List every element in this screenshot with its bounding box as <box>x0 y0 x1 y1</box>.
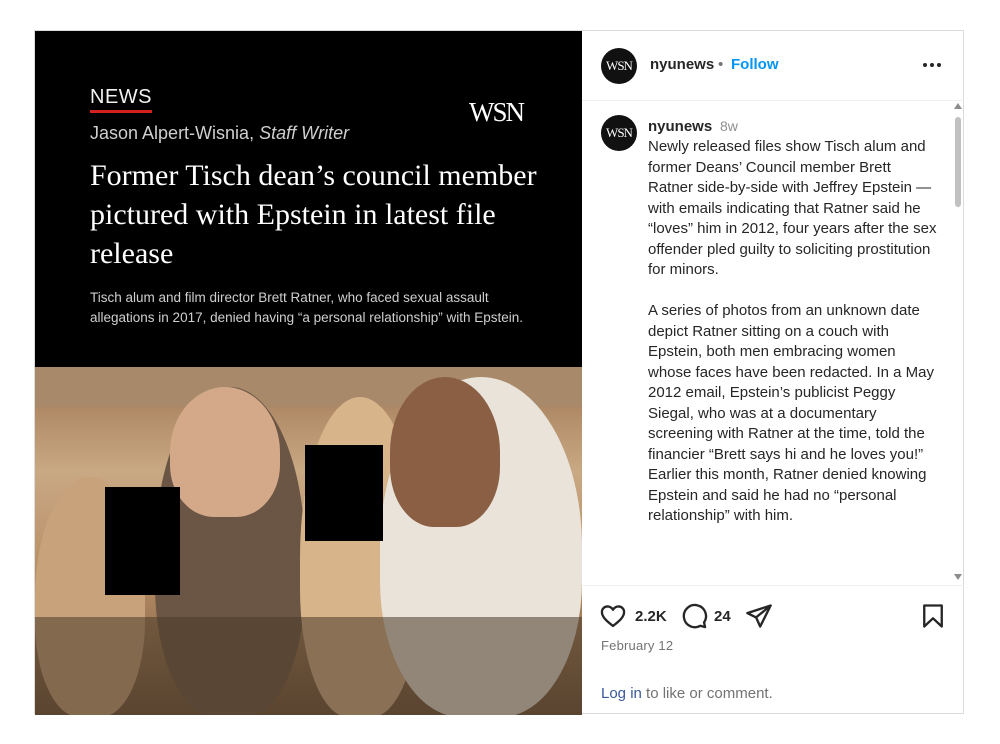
section-label: NEWS <box>90 86 152 108</box>
header-separator: • <box>718 56 724 73</box>
login-link[interactable]: Log in <box>601 685 642 702</box>
post-side-panel: WSN nyunews • Follow WSN nyunews 8w Newl… <box>582 31 964 715</box>
like-count[interactable]: 2.2K <box>635 608 667 625</box>
share-icon[interactable] <box>745 602 773 630</box>
byline-role: Staff Writer <box>259 123 350 143</box>
scrollbar-thumb[interactable] <box>955 117 961 207</box>
redaction-box-left <box>105 487 180 595</box>
caption-text: Newly released files show Tisch alum and… <box>648 137 938 527</box>
person-fourth-head <box>390 377 500 527</box>
scroll-down-arrow[interactable] <box>954 574 962 580</box>
news-graphic-header: NEWS Jason Alpert-Wisnia, Staff Writer W… <box>35 31 582 367</box>
action-bar: 2.2K 24 February 12 Log in to like or co… <box>582 585 964 715</box>
instagram-post: NEWS Jason Alpert-Wisnia, Staff Writer W… <box>34 30 964 715</box>
byline: Jason Alpert-Wisnia, Staff Writer <box>90 123 349 144</box>
dek: Tisch alum and film director Brett Ratne… <box>90 290 524 325</box>
caption-paragraph-1: Newly released files show Tisch alum and… <box>648 138 937 278</box>
comment-icon[interactable] <box>680 602 708 630</box>
caption-timestamp[interactable]: 8w <box>720 118 738 134</box>
scroll-up-arrow[interactable] <box>954 103 962 109</box>
login-prompt-text: to like or comment. <box>641 685 773 702</box>
byline-name: Jason Alpert-Wisnia, <box>90 123 260 143</box>
caption-paragraph-2: A series of photos from an unknown date … <box>648 302 935 524</box>
person-second-head <box>170 387 280 517</box>
caption-scroll-area[interactable]: WSN nyunews 8w Newly released files show… <box>582 101 964 585</box>
caption-avatar[interactable]: WSN <box>601 115 637 151</box>
headline: Former Tisch dean’s council member pictu… <box>90 159 537 270</box>
bookmark-icon[interactable] <box>919 602 947 630</box>
login-prompt: Log in to like or comment. <box>601 685 773 702</box>
follow-button[interactable]: Follow <box>731 56 779 73</box>
post-image[interactable]: NEWS Jason Alpert-Wisnia, Staff Writer W… <box>35 31 582 715</box>
redaction-box-center <box>305 445 383 541</box>
news-photo <box>35 367 582 715</box>
header-username[interactable]: nyunews <box>650 56 714 73</box>
post-date[interactable]: February 12 <box>601 638 673 653</box>
caption-username[interactable]: nyunews <box>648 118 712 135</box>
photo-couch <box>35 617 582 715</box>
wsn-logo: WSN <box>469 97 525 127</box>
heart-icon[interactable] <box>599 602 627 630</box>
section-underline <box>90 110 152 113</box>
post-header: WSN nyunews • Follow <box>582 31 964 101</box>
more-icon[interactable] <box>920 53 944 77</box>
avatar[interactable]: WSN <box>601 48 637 84</box>
comment-count[interactable]: 24 <box>714 608 731 625</box>
